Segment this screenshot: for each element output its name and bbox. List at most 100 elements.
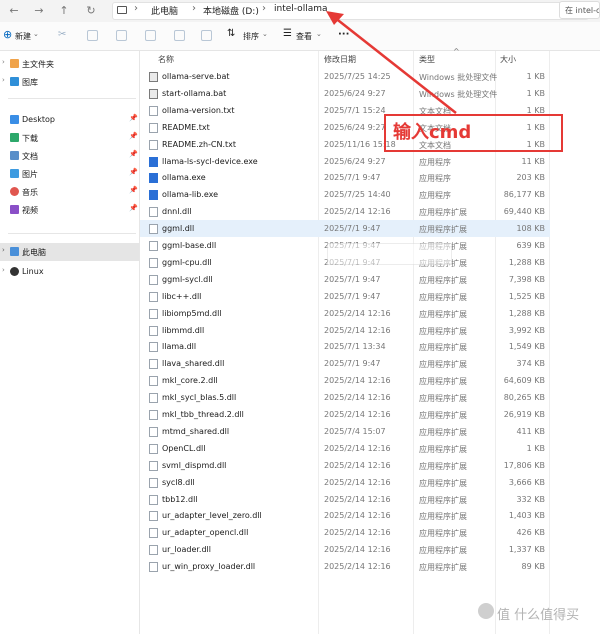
file-type: 应用程序扩展 xyxy=(419,461,467,471)
file-name: ollama-version.txt xyxy=(162,105,235,115)
exe-file-icon xyxy=(149,190,158,201)
dll-file-icon xyxy=(149,241,158,251)
file-name: mkl_tbb_thread.2.dll xyxy=(162,410,244,419)
file-row[interactable]: ollama-serve.bat 2025/7/25 14:25 Windows 批… xyxy=(140,68,550,85)
file-row[interactable]: ur_win_proxy_loader.dll 2025/2/14 12:16 应用… xyxy=(140,558,550,575)
file-name: README.txt xyxy=(162,122,210,132)
file-size: 86,177 KB xyxy=(503,190,545,200)
file-row[interactable]: mtmd_shared.dll 2025/7/4 15:07 应用程序扩展 411 K… xyxy=(140,423,550,440)
sidebar-item-label: 主文件夹 xyxy=(22,60,54,69)
file-row[interactable]: ur_adapter_opencl.dll 2025/2/14 12:16 应用程序… xyxy=(140,524,550,541)
file-date: 2025/2/14 12:16 xyxy=(324,460,391,470)
file-size: 69,440 KB xyxy=(503,207,545,217)
rename-icon[interactable] xyxy=(145,30,156,41)
file-row[interactable]: start-ollama.bat 2025/6/24 9:27 Windows 批处… xyxy=(140,85,550,102)
file-row[interactable]: ollama.exe 2025/7/1 9:47 应用程序 203 KB xyxy=(140,169,550,186)
videos-icon xyxy=(10,205,19,214)
address-field[interactable] xyxy=(112,2,589,20)
file-type: 应用程序扩展 xyxy=(419,478,467,488)
file-name: ollama-lib.exe xyxy=(162,190,219,200)
file-size: 1 KB xyxy=(526,88,545,98)
file-row[interactable]: libiomp5md.dll 2025/2/14 12:16 应用程序扩展 1,288… xyxy=(140,305,550,322)
sidebar-item-linux[interactable]: › Linux xyxy=(0,264,139,280)
sidebar-item-home[interactable]: › 主文件夹 xyxy=(0,56,139,72)
breadcrumb-this-pc[interactable]: 此电脑 xyxy=(151,4,178,17)
back-arrow-icon[interactable]: ← xyxy=(6,3,22,19)
column-header-type[interactable]: 类型 xyxy=(419,54,435,65)
file-row[interactable]: dnnl.dll 2025/2/14 12:16 应用程序扩展 69,440 KB xyxy=(140,203,550,220)
refresh-icon[interactable]: ↻ xyxy=(83,3,99,19)
file-row[interactable]: llama-ls-sycl-device.exe 2025/6/24 9:27 应用… xyxy=(140,153,550,170)
new-button[interactable]: 新建 xyxy=(15,31,31,42)
file-name: README.zh-CN.txt xyxy=(162,139,237,149)
sidebar-item-label: 图片 xyxy=(22,170,38,179)
file-row[interactable]: llava_shared.dll 2025/7/1 9:47 应用程序扩展 374 K… xyxy=(140,355,550,372)
up-arrow-icon[interactable]: ↑ xyxy=(56,3,72,19)
sidebar-item-downloads[interactable]: 下载 📌 xyxy=(0,130,139,146)
navigation-pane: › 主文件夹 › 图库 Desktop 📌 下载 📌 文档 📌 图片 📌 音乐 … xyxy=(0,51,140,634)
txt-file-icon xyxy=(149,105,158,116)
dll-file-icon xyxy=(149,376,158,387)
column-header-name[interactable]: 名称 xyxy=(158,54,174,65)
file-name: llama.dll xyxy=(162,342,197,352)
chevron-right-icon: › xyxy=(2,246,5,254)
more-options-button[interactable]: ··· xyxy=(338,29,349,40)
breadcrumb-intel-ollama[interactable]: intel-ollama xyxy=(274,4,328,14)
file-row[interactable]: ollama-lib.exe 2025/7/25 14:40 应用程序 86,177 … xyxy=(140,186,550,203)
file-date: 2025/2/14 12:16 xyxy=(324,545,391,555)
file-type: 应用程序扩展 xyxy=(419,444,467,454)
dll-file-icon xyxy=(149,342,158,353)
share-icon[interactable] xyxy=(174,30,185,41)
file-name: ggml-cpu.dll xyxy=(162,257,212,267)
sidebar-item-this-pc[interactable]: › 此电脑 xyxy=(0,243,139,261)
file-type: Windows 批处理文件 xyxy=(419,73,498,82)
sidebar-item-documents[interactable]: 文档 📌 xyxy=(0,148,139,164)
delete-icon[interactable] xyxy=(201,30,212,41)
pin-icon: 📌 xyxy=(129,114,138,122)
file-size: 203 KB xyxy=(516,173,545,183)
file-date: 2025/7/25 14:25 xyxy=(324,72,391,81)
file-row[interactable]: llama.dll 2025/7/1 13:34 应用程序扩展 1,549 KB xyxy=(140,338,550,355)
file-row[interactable]: mkl_tbb_thread.2.dll 2025/2/14 12:16 应用程序扩… xyxy=(140,406,550,423)
file-date: 2025/7/4 15:07 xyxy=(324,426,386,436)
file-row[interactable]: OpenCL.dll 2025/2/14 12:16 应用程序扩展 1 KB xyxy=(140,440,550,457)
file-size: 1,288 KB xyxy=(508,308,545,318)
file-row[interactable]: libmmd.dll 2025/2/14 12:16 应用程序扩展 3,992 KB xyxy=(140,322,550,339)
file-row[interactable]: ggml-sycl.dll 2025/7/1 9:47 应用程序扩展 7,398 KB xyxy=(140,271,550,288)
column-header-date[interactable]: 修改日期 xyxy=(324,54,356,65)
search-input[interactable]: 在 intel-c xyxy=(559,1,600,19)
forward-arrow-icon[interactable]: → xyxy=(31,3,47,19)
chevron-right-icon: › xyxy=(134,3,138,14)
file-size: 17,806 KB xyxy=(503,460,545,470)
file-size: 1,525 KB xyxy=(508,291,545,301)
copy-icon[interactable] xyxy=(87,30,98,41)
file-row[interactable]: svml_dispmd.dll 2025/2/14 12:16 应用程序扩展 17,8… xyxy=(140,457,550,474)
sidebar-item-music[interactable]: 音乐 📌 xyxy=(0,184,139,200)
dll-file-icon xyxy=(149,545,158,556)
column-header-size[interactable]: 大小 xyxy=(500,54,516,65)
breadcrumb-drive-d[interactable]: 本地磁盘 (D:) xyxy=(203,4,259,17)
sidebar-item-gallery[interactable]: › 图库 xyxy=(0,74,139,90)
sidebar-item-videos[interactable]: 视频 📌 xyxy=(0,202,139,218)
file-size: 108 KB xyxy=(516,224,545,234)
file-date: 2025/7/1 15:24 xyxy=(324,105,386,115)
file-type: 应用程序扩展 xyxy=(419,309,467,319)
dll-file-icon xyxy=(149,393,158,404)
file-row[interactable]: mkl_sycl_blas.5.dll 2025/2/14 12:16 应用程序扩展… xyxy=(140,389,550,406)
sort-button[interactable]: 排序 xyxy=(243,31,259,42)
linux-icon xyxy=(10,267,19,276)
file-row[interactable]: tbb12.dll 2025/2/14 12:16 应用程序扩展 332 KB xyxy=(140,491,550,508)
file-row[interactable]: ur_adapter_level_zero.dll 2025/2/14 12:16… xyxy=(140,507,550,524)
file-row[interactable]: libc++.dll 2025/7/1 9:47 应用程序扩展 1,525 KB xyxy=(140,288,550,305)
view-button[interactable]: 查看 xyxy=(296,31,312,42)
file-date: 2025/2/14 12:16 xyxy=(324,393,391,403)
file-row[interactable]: ur_loader.dll 2025/2/14 12:16 应用程序扩展 1,337 … xyxy=(140,541,550,558)
cut-icon[interactable]: ✂ xyxy=(58,29,66,40)
file-row[interactable]: sycl8.dll 2025/2/14 12:16 应用程序扩展 3,666 KB xyxy=(140,474,550,491)
sidebar-item-pictures[interactable]: 图片 📌 xyxy=(0,166,139,182)
file-row[interactable]: mkl_core.2.dll 2025/2/14 12:16 应用程序扩展 64,60… xyxy=(140,372,550,389)
file-row[interactable]: ggml.dll 2025/7/1 9:47 应用程序扩展 108 KB xyxy=(140,220,550,238)
sidebar-item-desktop[interactable]: Desktop 📌 xyxy=(0,112,139,128)
paste-icon[interactable] xyxy=(116,30,127,41)
pin-icon: 📌 xyxy=(129,132,138,140)
